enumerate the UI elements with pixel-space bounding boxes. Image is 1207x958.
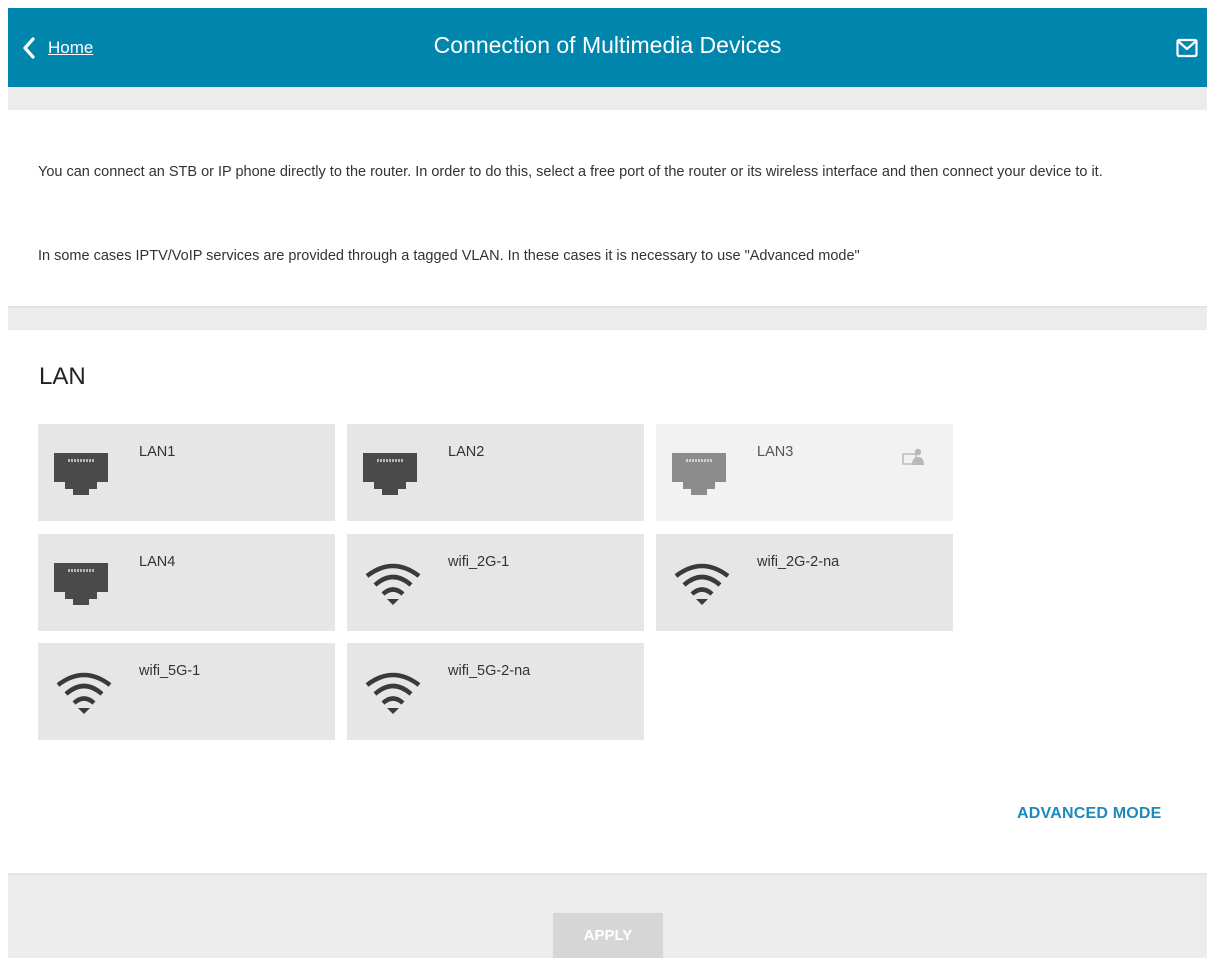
wifi-icon <box>56 672 112 714</box>
info-paragraph-2: In some cases IPTV/VoIP services are pro… <box>38 248 860 264</box>
connected-device-icon <box>902 448 924 465</box>
wifi-icon <box>365 563 421 605</box>
port-label: wifi_5G-1 <box>139 663 201 679</box>
port-tile-wifi-5g-1[interactable]: wifi_5G-1 <box>38 643 335 740</box>
ethernet-port-icon <box>54 563 108 605</box>
port-label: LAN1 <box>139 444 176 460</box>
port-tile-wifi-5g-2-na[interactable]: wifi_5G-2-na <box>347 643 644 740</box>
lan-card: LAN LAN1 LAN2 LAN3 LAN4 wifi_2G-1 wifi_2… <box>8 330 1207 873</box>
page-title: Connection of Multimedia Devices <box>433 32 782 58</box>
advanced-mode-link[interactable]: ADVANCED MODE <box>1017 805 1162 823</box>
port-tile-wifi-2g-2-na[interactable]: wifi_2G-2-na <box>656 534 953 631</box>
port-label: wifi_2G-2-na <box>757 554 840 570</box>
lan-section-title: LAN <box>39 363 86 390</box>
port-tile-lan1[interactable]: LAN1 <box>38 424 335 521</box>
apply-button[interactable]: APPLY <box>553 913 663 958</box>
info-paragraph-1: You can connect an STB or IP phone direc… <box>38 164 1103 180</box>
port-tile-lan4[interactable]: LAN4 <box>38 534 335 631</box>
info-card: You can connect an STB or IP phone direc… <box>8 110 1207 306</box>
ethernet-port-icon <box>672 453 726 495</box>
port-label: wifi_5G-2-na <box>448 663 531 679</box>
page-frame: Home Connection of Multimedia Devices Yo… <box>8 8 1207 958</box>
ethernet-port-icon <box>363 453 417 495</box>
ethernet-port-icon <box>54 453 108 495</box>
port-label: LAN2 <box>448 444 485 460</box>
port-tile-wifi-2g-1[interactable]: wifi_2G-1 <box>347 534 644 631</box>
mail-icon[interactable] <box>1176 38 1198 58</box>
port-label: wifi_2G-1 <box>448 554 510 570</box>
wifi-icon <box>365 672 421 714</box>
port-label: LAN4 <box>139 554 176 570</box>
port-tile-lan2[interactable]: LAN2 <box>347 424 644 521</box>
wifi-icon <box>674 563 730 605</box>
top-bar: Home Connection of Multimedia Devices <box>8 8 1207 87</box>
port-tile-lan3[interactable]: LAN3 <box>656 424 953 521</box>
port-label: LAN3 <box>757 444 794 460</box>
